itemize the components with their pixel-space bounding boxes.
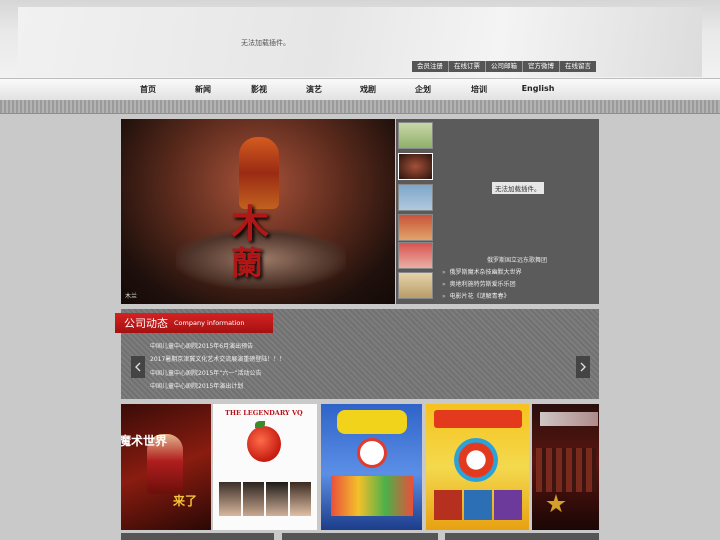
top-links: 会员注册 在线订票 公司邮箱 官方微博 在线留言: [412, 61, 596, 72]
cast-photo: [219, 482, 241, 516]
hero-thumbnails: [396, 119, 435, 304]
company-news-item[interactable]: 中国儿童中心剧院2015年6月演出预告: [150, 340, 285, 353]
poster-performers-graphic: [331, 476, 413, 516]
hero-figure-graphic: [239, 137, 279, 209]
company-news-item[interactable]: 中国儿童中心剧院2015年演出计划: [150, 380, 285, 393]
prev-arrow-button[interactable]: [131, 356, 145, 378]
weibo-link[interactable]: 官方微博: [522, 61, 559, 72]
clown-face-graphic: [357, 438, 387, 468]
photo: [434, 490, 462, 520]
photo: [464, 490, 492, 520]
nav-english[interactable]: English: [522, 84, 555, 93]
double-arrow-icon: »: [442, 281, 446, 288]
chevron-right-icon: [580, 362, 586, 372]
double-arrow-icon: »: [442, 269, 446, 276]
next-arrow-button[interactable]: [576, 356, 590, 378]
register-link[interactable]: 会员注册: [412, 61, 448, 72]
thumbnail-2[interactable]: [398, 153, 433, 180]
company-mail-link[interactable]: 公司邮箱: [485, 61, 522, 72]
company-news-tab: 公司动态 Company information: [115, 313, 273, 333]
nav-stripe: [0, 100, 720, 114]
header: 无法加载插件。 会员注册 在线订票 公司邮箱 官方微博 在线留言: [0, 0, 720, 80]
photo: [494, 490, 522, 520]
company-news-title: 公司动态: [124, 317, 168, 330]
cast-photo: [289, 482, 311, 516]
header-plugin-message: 无法加载插件。: [241, 39, 290, 47]
company-news-list: 中国儿童中心剧院2015年6月演出预告 2017暑期京津冀文化艺术交流展演重磅登…: [150, 340, 285, 393]
hero-title-char-1: 木: [231, 201, 270, 246]
poster-subtitle: 来了: [173, 494, 198, 508]
nav-news[interactable]: 新闻: [195, 84, 211, 95]
main-nav: 首页 新闻 影视 演艺 戏剧 企划 培训 English: [0, 78, 720, 100]
thumbnail-6[interactable]: [398, 272, 433, 299]
poster-legendary-vq[interactable]: THE LEGENDARY VQ: [213, 404, 317, 530]
poster-magic-world[interactable]: 魔术世界 来了: [121, 404, 211, 530]
right-news-item[interactable]: » 俄罗斯魔术杂技幽默大世界: [442, 267, 522, 279]
nav-training[interactable]: 培训: [471, 84, 487, 95]
right-news-list: » 俄罗斯魔术杂技幽默大世界 » 奥地利施特劳斯爱乐乐团 » 电影片花《谜解青春》: [442, 267, 522, 303]
right-news-item[interactable]: » 电影片花《谜解青春》: [442, 291, 522, 303]
poster-banner-graphic: [337, 410, 407, 434]
hero-title-char-2: 蘭: [231, 244, 264, 282]
bottom-panel: [121, 533, 274, 540]
right-news-title[interactable]: 俄罗斯国立远东歌舞团: [487, 255, 547, 264]
nav-performance[interactable]: 演艺: [306, 84, 322, 95]
leaf-graphic: [255, 421, 265, 428]
right-news-item[interactable]: » 奥地利施特劳斯爱乐乐团: [442, 279, 522, 291]
nav-planning[interactable]: 企划: [415, 84, 431, 95]
poster-concert[interactable]: [532, 404, 599, 530]
poster-banner-graphic: [434, 410, 522, 428]
online-ticket-link[interactable]: 在线订票: [448, 61, 485, 72]
cast-photo: [242, 482, 264, 516]
chevron-left-icon: [135, 362, 141, 372]
nav-drama[interactable]: 戏剧: [360, 84, 376, 95]
double-arrow-icon: »: [442, 293, 446, 300]
bottom-panel: [282, 533, 438, 540]
poster-strip: 魔术世界 来了 THE LEGENDARY VQ: [121, 404, 599, 530]
company-news-subtitle: Company information: [174, 319, 245, 327]
poster-title: THE LEGENDARY VQ: [225, 409, 303, 417]
company-news-section: 公司动态 Company information 中国儿童中心剧院2015年6月…: [115, 309, 599, 399]
thumbnail-5[interactable]: [398, 242, 433, 269]
poster-title: 魔术世界: [121, 434, 168, 448]
poster-circus[interactable]: [426, 404, 529, 530]
poster-photos: [434, 490, 522, 520]
right-panel: 无法加载插件。 俄罗斯国立远东歌舞团 » 俄罗斯魔术杂技幽默大世界 » 奥地利施特劳…: [435, 119, 599, 304]
header-banner: [18, 7, 702, 77]
star-icon: [546, 494, 566, 513]
nav-home[interactable]: 首页: [140, 84, 156, 95]
poster-clown[interactable]: [321, 404, 422, 530]
poster-choir-graphic: [536, 448, 596, 492]
nav-film[interactable]: 影视: [251, 84, 267, 95]
apple-graphic: [247, 426, 281, 462]
hero-banner[interactable]: 木 蘭 木兰: [121, 119, 395, 304]
clown-graphic: [454, 438, 498, 482]
thumbnail-4[interactable]: [398, 214, 433, 241]
company-news-item[interactable]: 2017暑期京津冀文化艺术交流展演重磅登陆！！！: [150, 353, 285, 366]
bottom-row: [121, 533, 599, 540]
cast-photo: [266, 482, 288, 516]
right-plugin-message: 无法加载插件。: [492, 182, 544, 194]
message-link[interactable]: 在线留言: [559, 61, 596, 72]
thumbnail-3[interactable]: [398, 184, 433, 211]
poster-title-graphic: [540, 412, 598, 426]
bottom-panel: [445, 533, 599, 540]
company-news-item[interactable]: 中国儿童中心剧院2015年“六一”活动公告: [150, 367, 285, 380]
thumbnail-1[interactable]: [398, 122, 433, 149]
poster-cast-photos: [219, 482, 311, 516]
hero-caption: 木兰: [125, 293, 138, 300]
